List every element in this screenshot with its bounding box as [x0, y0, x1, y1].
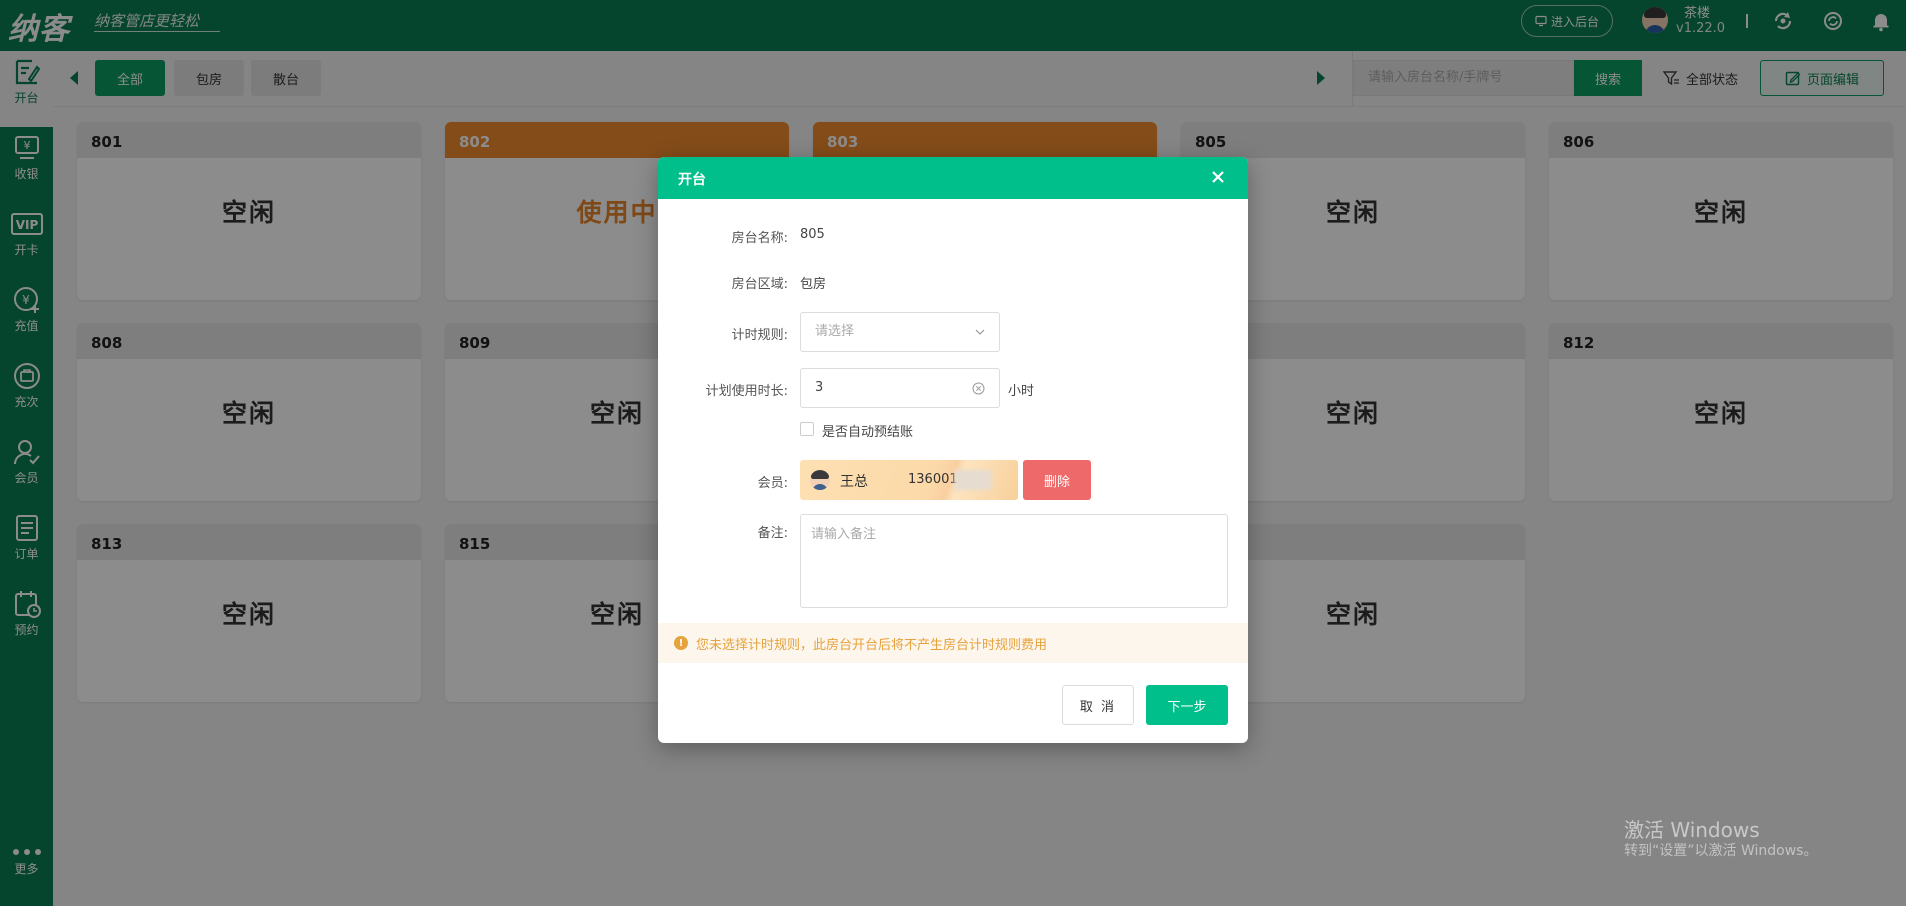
activation-watermark-title: 激活 Windows	[1624, 818, 1760, 842]
cancel-button[interactable]: 取 消	[1062, 685, 1134, 725]
member-name: 王总	[840, 474, 868, 490]
warning-icon: !	[674, 636, 688, 650]
duration-value: 3	[815, 380, 824, 395]
timing-rule-select[interactable]: 请选择	[800, 312, 1000, 352]
timing-rule-placeholder: 请选择	[815, 324, 855, 339]
duration-unit: 小时	[1008, 384, 1035, 399]
room-name-label: 房台名称:	[731, 231, 788, 246]
open-table-dialog: 开台 房台名称: 805 房台区域: 包房 计时规则: 请选择 计划使用时长: …	[658, 157, 1248, 743]
room-name-value: 805	[800, 227, 825, 242]
remark-textarea[interactable]: 请输入备注	[800, 514, 1228, 608]
member-chip: 王总 136001	[800, 460, 1018, 500]
clear-circle-icon[interactable]	[972, 382, 985, 395]
warning-text: 您未选择计时规则，此房台开台后将不产生房台计时规则费用	[696, 637, 1048, 653]
chevron-down-icon	[975, 329, 985, 335]
auto-checkout-checkbox[interactable]	[800, 422, 814, 436]
member-phone: 136001	[908, 472, 958, 487]
room-area-label: 房台区域:	[731, 277, 788, 292]
dialog-header: 开台	[658, 157, 1248, 199]
delete-member-button[interactable]: 删除	[1023, 460, 1091, 500]
dialog-title: 开台	[678, 172, 706, 188]
remark-label: 备注:	[757, 526, 788, 541]
member-label: 会员:	[757, 476, 788, 491]
timing-rule-label: 计时规则:	[731, 328, 788, 343]
member-avatar	[810, 470, 830, 490]
close-icon[interactable]	[1208, 167, 1228, 187]
duration-label: 计划使用时长:	[705, 384, 788, 399]
activation-watermark-subtitle: 转到“设置”以激活 Windows。	[1624, 843, 1818, 859]
room-area-value: 包房	[800, 277, 827, 292]
warning-bar: ! 您未选择计时规则，此房台开台后将不产生房台计时规则费用	[658, 623, 1248, 663]
phone-redaction	[954, 470, 992, 490]
next-step-button[interactable]: 下一步	[1146, 685, 1228, 725]
duration-input[interactable]: 3	[800, 368, 1000, 408]
auto-checkout-label: 是否自动预结账	[822, 425, 914, 440]
